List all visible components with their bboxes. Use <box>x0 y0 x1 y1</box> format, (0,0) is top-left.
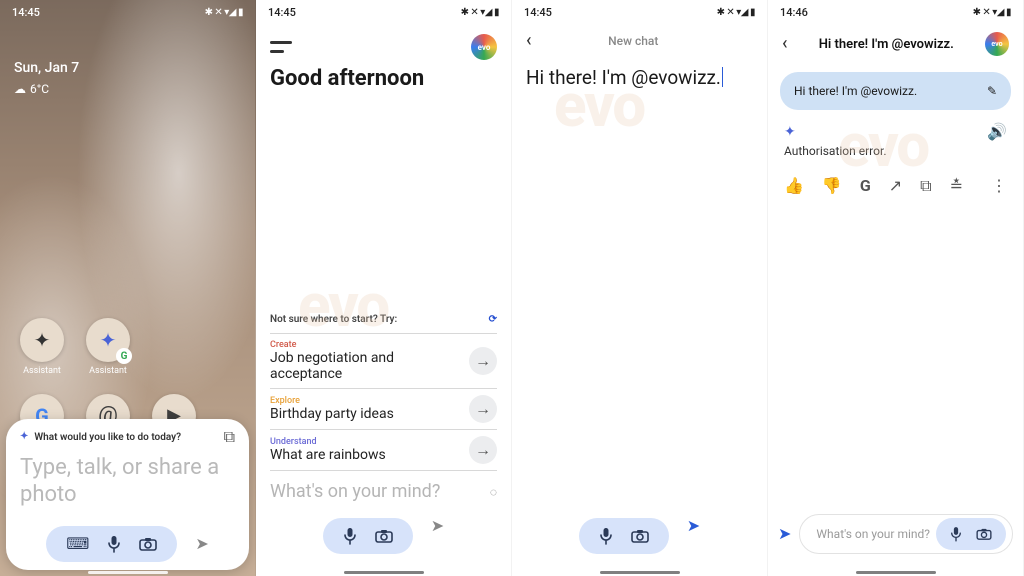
status-time: 14:45 <box>524 6 552 19</box>
send-icon[interactable]: ➤ <box>195 536 208 552</box>
suggestion-tag: Explore <box>270 396 394 406</box>
suggestion-row[interactable]: Create Job negotiation and acceptance → <box>270 333 497 388</box>
loading-icon: ◌ <box>490 486 497 498</box>
suggestion-text: Birthday party ideas <box>270 406 394 422</box>
suggestion-text: Job negotiation and acceptance <box>270 350 461 382</box>
open-external-icon[interactable]: ⧉ <box>224 429 235 445</box>
thumbs-up-icon[interactable]: 👍 <box>784 178 804 194</box>
page-title: Hi there! I'm @evowizz. <box>798 37 975 52</box>
nav-handle[interactable] <box>600 571 680 574</box>
composer-placeholder[interactable]: What's on your mind? ◌ <box>270 481 497 518</box>
home-temp: 6°C <box>30 82 49 96</box>
suggest-header: Not sure where to start? Try: <box>270 314 397 325</box>
nav-handle[interactable] <box>88 571 168 574</box>
sparkle-icon: ✦ <box>20 432 28 442</box>
mic-icon[interactable] <box>107 535 121 553</box>
home-date: Sun, Jan 7 <box>14 60 79 76</box>
back-icon[interactable]: ‹ <box>782 35 788 53</box>
camera-icon[interactable] <box>631 529 649 543</box>
suggestion-tag: Create <box>270 340 461 350</box>
google-icon[interactable]: G <box>860 178 871 194</box>
sparkle-icon: ✦ <box>34 330 51 350</box>
nav-handle[interactable] <box>856 571 936 574</box>
status-indicators: ✱ ✕ ▾◢ ▮ <box>205 7 243 18</box>
back-icon[interactable]: ‹ <box>526 32 532 50</box>
copy-icon[interactable]: ⧉ <box>920 178 931 194</box>
sheet-hero[interactable]: Type, talk, or share a photo <box>20 445 235 522</box>
caret-icon <box>722 67 723 87</box>
mic-icon[interactable] <box>599 527 613 545</box>
send-icon[interactable]: ➤ <box>431 518 444 554</box>
status-time: 14:45 <box>12 6 40 19</box>
more-icon[interactable]: ⋮ <box>991 178 1007 194</box>
sparkle-icon: ✦ <box>784 125 796 139</box>
sheet-multimodal-pill[interactable]: ⌨ <box>46 526 177 562</box>
app-label: Assistant <box>89 366 127 376</box>
mic-icon[interactable] <box>950 526 962 542</box>
status-indicators: ✱ ✕ ▾◢ ▮ <box>973 7 1011 18</box>
edit-icon[interactable]: ✎ <box>987 85 997 97</box>
app-label: Assistant <box>23 366 61 376</box>
typed-text: Hi there! I'm @evowizz. <box>526 66 721 89</box>
status-indicators: ✱ ✕ ▾◢ ▮ <box>717 7 755 18</box>
arrow-right-icon[interactable]: → <box>469 436 497 464</box>
assistant-error-text: Authorisation error. <box>768 140 1023 168</box>
avatar[interactable]: evo <box>471 34 497 60</box>
assistant-sheet: ✦ What would you like to do today? ⧉ Typ… <box>6 419 249 570</box>
thumbs-down-icon[interactable]: 👎 <box>822 178 842 194</box>
arrow-right-icon[interactable]: → <box>469 347 497 375</box>
user-message-text: Hi there! I'm @evowizz. <box>794 84 917 98</box>
app-assistant-classic[interactable]: ✦ Assistant <box>18 318 66 376</box>
status-time: 14:46 <box>780 6 808 19</box>
suggestion-text: What are rainbows <box>270 447 386 463</box>
status-indicators: ✱ ✕ ▾◢ ▮ <box>461 7 499 18</box>
suggestion-tag: Understand <box>270 437 386 447</box>
mic-icon[interactable] <box>343 527 357 545</box>
composer-placeholder-text: What's on your mind? <box>270 481 440 502</box>
status-time: 14:45 <box>268 6 296 19</box>
camera-icon[interactable] <box>375 529 393 543</box>
menu-icon[interactable] <box>270 41 288 53</box>
send-icon[interactable]: ➤ <box>778 526 791 542</box>
composer-input[interactable]: What's on your mind? <box>799 514 1013 554</box>
arrow-right-icon[interactable]: → <box>469 395 497 423</box>
user-message[interactable]: Hi there! I'm @evowizz. ✎ <box>780 72 1011 110</box>
sparkle-icon: ✦ <box>100 330 117 350</box>
home-weather: ☁ 6°C <box>14 82 49 96</box>
composer-pill[interactable] <box>579 518 669 554</box>
refresh-icon[interactable]: ⟳ <box>489 315 497 325</box>
avatar[interactable]: evo <box>985 32 1009 56</box>
cloud-icon: ☁ <box>14 83 26 95</box>
nav-handle[interactable] <box>344 571 424 574</box>
suggestion-row[interactable]: Explore Birthday party ideas → <box>270 388 497 429</box>
share-icon[interactable]: ↗ <box>889 178 902 194</box>
composer-pill[interactable] <box>323 518 413 554</box>
composer-placeholder-text: What's on your mind? <box>816 527 936 541</box>
suggestion-row[interactable]: Understand What are rainbows → <box>270 429 497 471</box>
tune-icon[interactable]: ≛ <box>950 178 963 194</box>
chat-input-text[interactable]: Hi there! I'm @evowizz. <box>512 58 767 97</box>
page-title: New chat <box>542 34 725 48</box>
page-title: Good afternoon <box>256 66 511 95</box>
camera-icon[interactable] <box>976 528 992 540</box>
composer-pill[interactable] <box>936 518 1006 550</box>
sheet-prompt-text: What would you like to do today? <box>34 432 181 443</box>
send-icon[interactable]: ➤ <box>687 518 700 554</box>
sheet-prompt: ✦ What would you like to do today? <box>20 432 181 443</box>
speaker-icon[interactable]: 🔊 <box>987 124 1007 140</box>
keyboard-icon[interactable]: ⌨ <box>66 536 89 552</box>
app-assistant-gemini[interactable]: ✦ G Assistant <box>84 318 132 376</box>
camera-icon[interactable] <box>139 537 157 551</box>
